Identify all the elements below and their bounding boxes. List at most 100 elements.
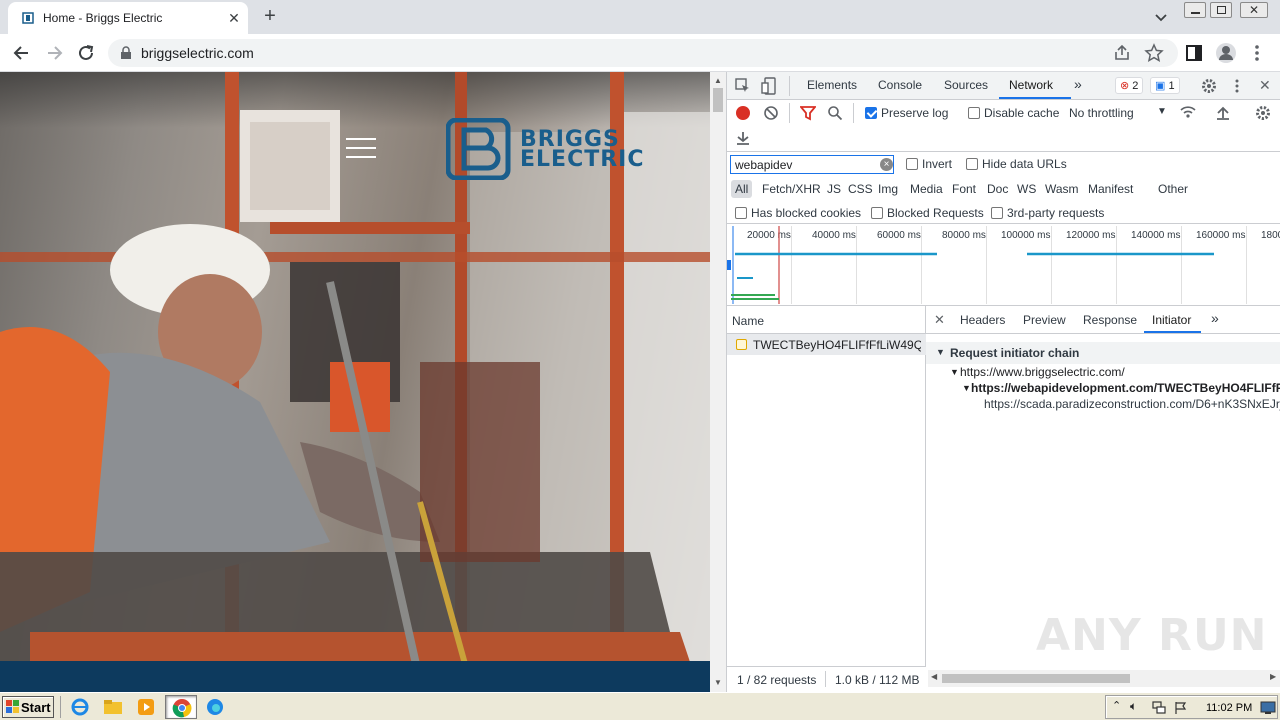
request-row[interactable]: TWECTBeyHO4FLIFfFfLiW49Q... [727, 334, 926, 355]
page-scrollbar-thumb[interactable] [713, 88, 723, 112]
tab-sources[interactable]: Sources [944, 78, 988, 92]
customize-menu-icon[interactable] [1229, 78, 1245, 94]
preserve-log-check-icon[interactable] [865, 107, 877, 119]
chrome-menu-icon[interactable] [1247, 43, 1267, 63]
message-count-badge[interactable]: ▣ 1 [1150, 77, 1180, 94]
hide-data-urls-checkbox[interactable]: Hide data URLs [966, 157, 1067, 171]
has-blocked-cookies-checkbox[interactable]: Has blocked cookies [735, 206, 861, 220]
initiator-chain-item-selected[interactable]: https://webapidevelopment.com/TWECTBeyHO… [971, 381, 1280, 395]
initiator-chain-section-header[interactable]: ▼ Request initiator chain [926, 342, 1280, 364]
tab-close-icon[interactable]: ✕ [226, 10, 242, 26]
type-filter-font[interactable]: Font [948, 180, 980, 198]
type-filter-ws[interactable]: WS [1013, 180, 1040, 198]
tab-elements[interactable]: Elements [807, 78, 857, 92]
invert-check-icon[interactable] [906, 158, 918, 170]
device-toolbar-icon[interactable] [761, 77, 777, 95]
throttling-select[interactable]: No throttling ▼ [1069, 106, 1167, 120]
type-filter-doc[interactable]: Doc [983, 180, 1012, 198]
disable-cache-checkbox[interactable]: Disable cache [968, 106, 1059, 120]
chain-expand-arrow-icon[interactable]: ▼ [962, 383, 971, 393]
back-arrow-icon[interactable] [11, 42, 33, 64]
detail-scrollbar-thumb[interactable] [942, 674, 1130, 683]
type-filter-img[interactable]: Img [874, 180, 902, 198]
network-overview-timeline[interactable]: 20000 ms 40000 ms 60000 ms 80000 ms 1000… [727, 224, 1280, 306]
chain-expand-arrow-icon[interactable]: ▼ [950, 367, 959, 377]
blocked-requests-checkbox[interactable]: Blocked Requests [871, 206, 984, 220]
close-detail-icon[interactable]: ✕ [934, 312, 945, 328]
type-filter-wasm[interactable]: Wasm [1041, 180, 1083, 198]
initiator-chain-item[interactable]: https://scada.paradizeconstruction.com/D… [984, 397, 1280, 411]
restore-window-button[interactable] [1210, 2, 1232, 18]
chrome-taskbar-button[interactable] [165, 695, 197, 719]
bookmark-star-icon[interactable] [1144, 43, 1164, 63]
column-name-header[interactable]: Name [732, 314, 764, 328]
forward-arrow-icon[interactable] [43, 42, 65, 64]
initiator-chain-item[interactable]: https://www.briggselectric.com/ [960, 365, 1125, 379]
error-count-badge[interactable]: ⊗ 2 [1115, 77, 1144, 94]
reload-icon[interactable] [75, 42, 97, 64]
tab-response[interactable]: Response [1083, 313, 1137, 327]
tab-initiator[interactable]: Initiator [1152, 313, 1191, 327]
import-har-icon[interactable] [1215, 105, 1231, 121]
more-detail-tabs-chevron-icon[interactable]: » [1211, 310, 1219, 326]
network-conditions-icon[interactable] [1179, 104, 1197, 120]
type-filter-media[interactable]: Media [906, 180, 947, 198]
side-panel-icon[interactable] [1184, 43, 1204, 63]
tab-headers[interactable]: Headers [960, 313, 1005, 327]
file-explorer-icon[interactable] [102, 697, 124, 717]
network-settings-gear-icon[interactable] [1255, 105, 1271, 121]
network-status-icon[interactable] [1152, 701, 1166, 715]
settings-gear-icon[interactable] [1201, 78, 1217, 94]
show-desktop-icon[interactable] [1260, 701, 1276, 715]
type-filter-fetch-xhr[interactable]: Fetch/XHR [758, 180, 825, 198]
third-party-requests-checkbox[interactable]: 3rd-party requests [991, 206, 1104, 220]
tab-search-chevron-icon[interactable] [1152, 8, 1170, 26]
tab-network[interactable]: Network [1009, 78, 1053, 92]
scroll-up-arrow-icon[interactable]: ▲ [714, 76, 722, 85]
type-filter-other[interactable]: Other [1154, 180, 1192, 198]
hide-data-urls-check-icon[interactable] [966, 158, 978, 170]
scroll-left-arrow-icon[interactable]: ◀ [931, 672, 937, 681]
has-blocked-cookies-check-icon[interactable] [735, 207, 747, 219]
media-player-icon[interactable] [135, 697, 157, 717]
scroll-down-arrow-icon[interactable]: ▼ [714, 678, 722, 687]
type-filter-all[interactable]: All [731, 180, 753, 198]
page-vertical-scrollbar[interactable]: ▲ ▼ [710, 72, 726, 692]
internet-explorer-icon[interactable] [69, 697, 91, 717]
close-devtools-icon[interactable]: ✕ [1259, 77, 1271, 94]
profile-avatar-icon[interactable] [1215, 42, 1237, 64]
invert-checkbox[interactable]: Invert [906, 157, 952, 171]
minimize-window-button[interactable] [1184, 2, 1206, 18]
blocked-requests-check-icon[interactable] [871, 207, 883, 219]
filter-funnel-icon[interactable] [800, 105, 816, 121]
tray-expand-icon[interactable]: ⌃ [1112, 699, 1121, 712]
type-filter-js[interactable]: JS [823, 180, 845, 198]
new-tab-button[interactable]: + [259, 6, 281, 28]
scroll-right-arrow-icon[interactable]: ▶ [1270, 672, 1276, 681]
hamburger-menu-icon[interactable] [346, 138, 376, 160]
inspect-element-icon[interactable] [735, 78, 751, 94]
clear-log-icon[interactable] [763, 105, 779, 121]
edge-icon[interactable] [204, 697, 226, 717]
preserve-log-checkbox[interactable]: Preserve log [865, 106, 948, 120]
tab-preview[interactable]: Preview [1023, 313, 1066, 327]
address-bar[interactable]: briggselectric.com [108, 39, 1178, 67]
filter-input[interactable] [730, 155, 894, 174]
third-party-check-icon[interactable] [991, 207, 1003, 219]
type-filter-css[interactable]: CSS [844, 180, 877, 198]
detail-horizontal-scrollbar[interactable]: ◀ ▶ [928, 670, 1280, 687]
close-window-button[interactable]: ✕ [1240, 2, 1268, 18]
browser-tab[interactable]: Home - Briggs Electric ✕ [8, 2, 248, 34]
more-tabs-chevron-icon[interactable]: » [1074, 76, 1082, 92]
volume-icon[interactable]: 🔈︎ [1130, 699, 1137, 714]
clear-filter-icon[interactable]: × [880, 158, 893, 171]
tab-console[interactable]: Console [878, 78, 922, 92]
disable-cache-check-icon[interactable] [968, 107, 980, 119]
share-icon[interactable] [1112, 43, 1132, 63]
search-icon[interactable] [827, 105, 843, 121]
export-har-icon[interactable] [735, 130, 751, 146]
record-stop-icon[interactable] [735, 105, 751, 121]
type-filter-manifest[interactable]: Manifest [1084, 180, 1137, 198]
action-center-flag-icon[interactable] [1174, 701, 1188, 715]
start-button[interactable]: Start [2, 696, 54, 718]
